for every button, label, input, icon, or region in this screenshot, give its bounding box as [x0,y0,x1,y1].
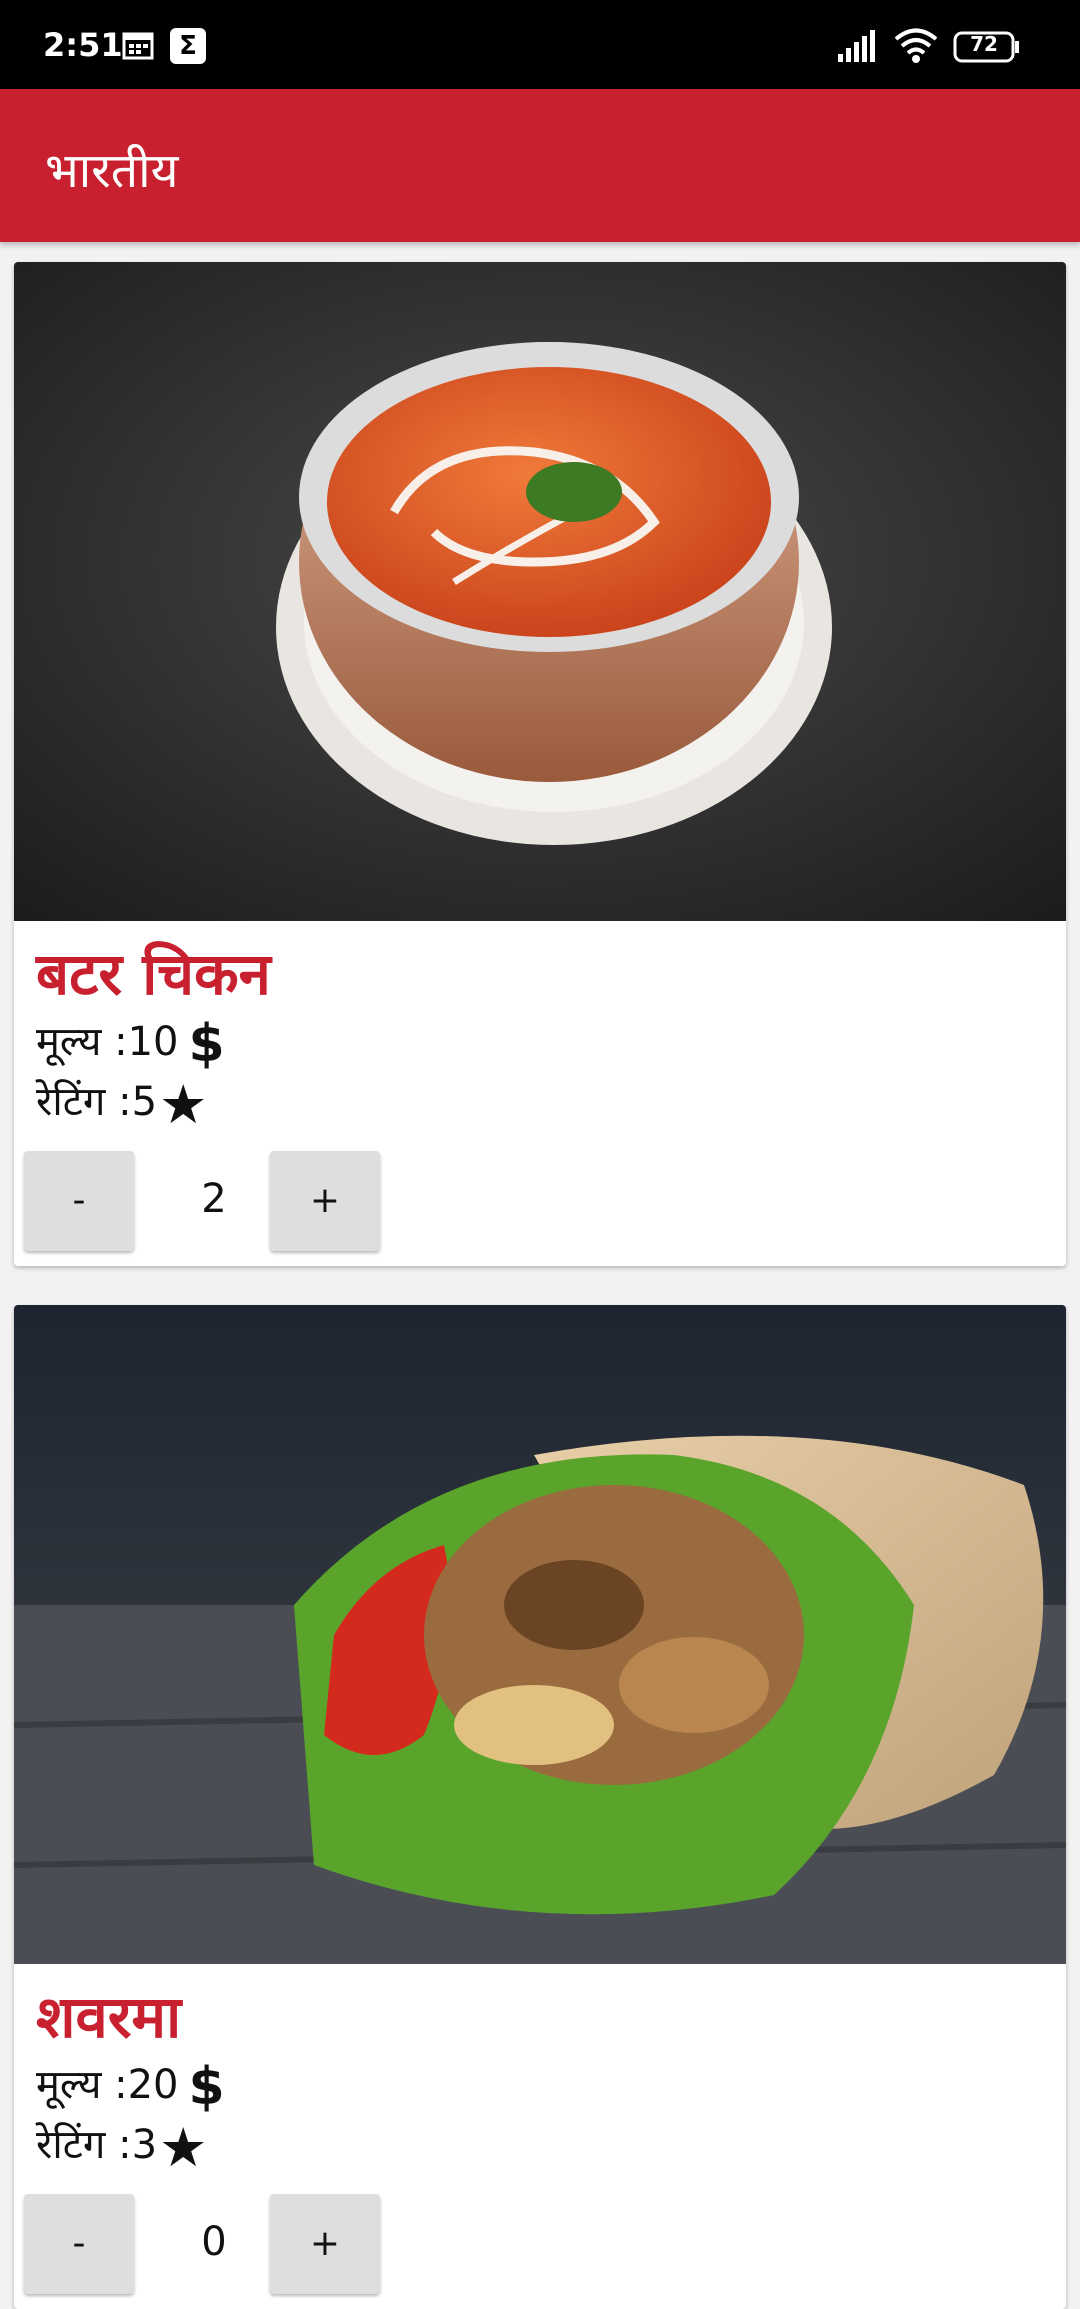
status-bar: 2:51 Σ 72 [0,0,1080,89]
quantity-value: 0 [201,2219,227,2265]
price-label: मूल्य :20 [36,2062,179,2108]
increase-quantity-button[interactable]: + [270,1151,380,1251]
rating-label: रेटिंग :3 [36,2122,158,2168]
battery-level: 72 [970,32,998,56]
menu-item-card: शवरमा मूल्य :20 $ रेटिंग :3★ - 0 + [14,1305,1066,2309]
wifi-icon [894,28,938,63]
sigma-icon: Σ [170,28,206,64]
decrease-quantity-button[interactable]: - [24,1151,134,1251]
quantity-value: 2 [201,1176,227,1222]
decrease-quantity-button[interactable]: - [24,2194,134,2294]
star-icon: ★ [159,2115,208,2179]
shawarma-image [14,1305,1066,1964]
calendar-icon [122,32,154,60]
butter-chicken-image [14,262,1066,921]
increase-quantity-button[interactable]: + [270,2194,380,2294]
price-label: मूल्य :10 [36,1019,179,1065]
dollar-icon: $ [188,1014,225,1074]
dish-name: शवरमा [36,1983,182,2051]
app-bar: भारतीय [0,89,1080,242]
signal-icon [838,30,875,62]
menu-item-card: बटर चिकन मूल्य :10 $ रेटिंग :5★ - 2 + [14,262,1066,1266]
rating-row: रेटिंग :3★ [36,2115,207,2179]
page-title: भारतीय [45,143,179,199]
star-icon: ★ [159,1072,208,1136]
dish-name: बटर चिकन [36,940,271,1008]
price-row: मूल्य :10 $ [36,1012,225,1074]
rating-label: रेटिंग :5 [36,1079,158,1125]
rating-row: रेटिंग :5★ [36,1072,207,1136]
price-row: मूल्य :20 $ [36,2055,225,2117]
dollar-icon: $ [188,2057,225,2117]
status-time: 2:51 [43,26,123,64]
